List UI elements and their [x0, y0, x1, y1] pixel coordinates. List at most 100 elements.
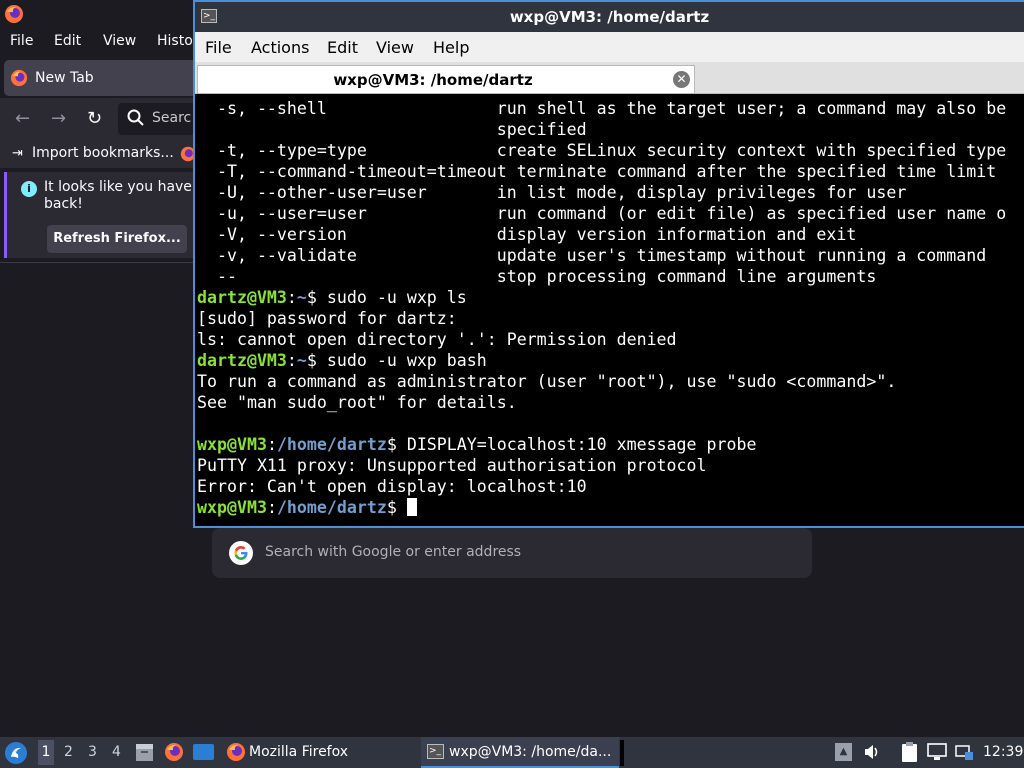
workspace-1[interactable]: 1: [38, 740, 54, 765]
prompt-separator: :: [286, 288, 297, 307]
terminal-line: -v, --validate update user's timestamp w…: [197, 246, 987, 265]
firefox-icon: [5, 5, 23, 23]
search-icon: [127, 109, 144, 126]
volume-icon[interactable]: [862, 742, 882, 762]
prompt-path: ~: [296, 351, 307, 370]
terminal-line: specified: [197, 120, 587, 139]
prompt-user: dartz@VM3: [197, 288, 287, 307]
prompt-user: wxp@VM3: [197, 498, 267, 517]
taskbar-item-label: wxp@VM3: /home/da...: [449, 744, 612, 760]
terminal-tabbar: wxp@VM3: /home/dartz ✕: [195, 62, 1024, 94]
term-menu-actions[interactable]: Actions: [251, 38, 309, 57]
terminal-icon: >_: [427, 744, 444, 759]
info-icon: i: [21, 181, 37, 197]
firefox-icon: [227, 743, 245, 761]
terminal-output[interactable]: -s, --shell run shell as the target user…: [195, 94, 1024, 526]
taskbar-separator: [620, 740, 624, 766]
ff-menu-file[interactable]: File: [10, 33, 33, 49]
google-search-input[interactable]: Search with Google or enter address: [212, 528, 812, 578]
clipboard-icon[interactable]: [900, 741, 919, 763]
terminal-titlebar[interactable]: >_ wxp@VM3: /home/dartz: [195, 2, 1024, 32]
terminal-line: wxp@VM3:/home/dartz$: [197, 497, 1024, 518]
refresh-firefox-button[interactable]: Refresh Firefox...: [47, 225, 187, 253]
tab-label: New Tab: [35, 70, 94, 86]
clock[interactable]: 12:39: [983, 744, 1023, 760]
terminal-menubar: File Actions Edit View Help: [195, 32, 1024, 62]
term-menu-file[interactable]: File: [205, 38, 232, 57]
start-menu-icon[interactable]: [4, 741, 28, 765]
terminal-line: -t, --type=type create SELinux security …: [197, 141, 1007, 160]
workspace-2[interactable]: 2: [64, 744, 73, 760]
back-arrow-icon[interactable]: ←: [15, 108, 30, 129]
search-placeholder: Search with Google or enter address: [265, 544, 522, 560]
workspace-4[interactable]: 4: [112, 744, 121, 760]
ff-menu-history[interactable]: Histo: [157, 33, 193, 49]
file-manager-icon[interactable]: [135, 742, 154, 762]
terminal-line: -s, --shell run shell as the target user…: [197, 99, 1007, 118]
notice-text: It looks like you haven back!: [44, 179, 204, 213]
taskbar-item-label: Mozilla Firefox: [249, 744, 349, 760]
terminal-line: -V, --version display version informatio…: [197, 225, 857, 244]
command-text: $ sudo -u wxp bash: [306, 351, 487, 370]
prompt-user: wxp@VM3: [197, 435, 267, 454]
terminal-line: [sudo] password for dartz:: [197, 309, 457, 328]
firefox-icon[interactable]: [164, 742, 184, 762]
terminal-line: -u, --user=user run command (or edit fil…: [197, 204, 1007, 223]
google-icon: [229, 541, 253, 565]
notice-line: back!: [44, 196, 83, 212]
prompt-separator: :: [286, 351, 297, 370]
display-icon[interactable]: [927, 743, 947, 761]
command-text: $: [386, 498, 407, 517]
firefox-navbar: ← → ↻ Searc: [0, 98, 208, 140]
divider: [0, 262, 194, 263]
terminal-line: PuTTY X11 proxy: Unsupported authorisati…: [197, 456, 707, 475]
terminal-line: dartz@VM3:~$ sudo -u wxp ls: [197, 287, 1024, 308]
import-icon: ⇥: [12, 146, 23, 161]
url-placeholder: Searc: [152, 110, 192, 126]
command-text: $ sudo -u wxp ls: [306, 288, 467, 307]
window-title: wxp@VM3: /home/dartz: [509, 8, 710, 26]
command-text: $ DISPLAY=localhost:10 xmessage probe: [386, 435, 757, 454]
prompt-path: /home/dartz: [276, 498, 387, 517]
tray-expand-icon[interactable]: ▲: [835, 743, 852, 761]
firefox-menubar: File Edit View Histo: [0, 28, 194, 56]
firefox-icon: [10, 69, 28, 87]
prompt-separator: :: [266, 435, 277, 454]
term-menu-edit[interactable]: Edit: [327, 38, 358, 57]
ff-menu-edit[interactable]: Edit: [54, 33, 81, 49]
terminal-tab-label: wxp@VM3: /home/dartz: [333, 71, 533, 89]
reload-icon[interactable]: ↻: [87, 108, 102, 129]
taskbar-item-firefox[interactable]: Mozilla Firefox: [222, 737, 418, 768]
terminal-line: ls: cannot open directory '.': Permissio…: [197, 330, 677, 349]
prompt-separator: :: [266, 498, 277, 517]
show-desktop-icon[interactable]: [193, 744, 214, 760]
prompt-path: /home/dartz: [276, 435, 387, 454]
firefox-tabstrip: New Tab: [0, 58, 204, 98]
text-cursor: [406, 498, 417, 516]
taskbar: 1 2 3 4 Mozilla Firefox >_ wxp@VM3: /hom…: [0, 737, 1024, 768]
term-menu-view[interactable]: View: [376, 38, 414, 57]
forward-arrow-icon[interactable]: →: [51, 108, 66, 129]
ff-menu-view[interactable]: View: [103, 33, 136, 49]
terminal-line: -U, --other-user=user in list mode, disp…: [197, 183, 907, 202]
close-icon[interactable]: ✕: [673, 71, 690, 88]
terminal-line: Error: Can't open display: localhost:10: [197, 477, 587, 496]
terminal-window[interactable]: >_ wxp@VM3: /home/dartz File Actions Edi…: [193, 0, 1024, 528]
terminal-line: -- stop processing command line argument…: [197, 267, 877, 286]
terminal-line: dartz@VM3:~$ sudo -u wxp bash: [197, 350, 1024, 371]
term-menu-help[interactable]: Help: [433, 38, 469, 57]
tab-new-tab[interactable]: New Tab: [4, 60, 204, 96]
refresh-notice-bar: i It looks like you haven back! Refresh …: [4, 172, 201, 258]
prompt-user: dartz@VM3: [197, 351, 287, 370]
terminal-line: -T, --command-timeout=timeout terminate …: [197, 162, 997, 181]
network-icon[interactable]: [954, 742, 974, 762]
terminal-tab[interactable]: wxp@VM3: /home/dartz ✕: [197, 65, 695, 93]
workspace-3[interactable]: 3: [88, 744, 97, 760]
bookmarks-toolbar: ⇥ Import bookmarks...: [0, 140, 196, 168]
notice-line: It looks like you haven: [44, 179, 201, 195]
terminal-line: wxp@VM3:/home/dartz$ DISPLAY=localhost:1…: [197, 434, 1024, 455]
taskbar-item-terminal[interactable]: >_ wxp@VM3: /home/da...: [421, 737, 619, 768]
import-bookmarks-link[interactable]: Import bookmarks...: [32, 145, 174, 161]
terminal-line: See "man sudo_root" for details.: [197, 393, 517, 412]
